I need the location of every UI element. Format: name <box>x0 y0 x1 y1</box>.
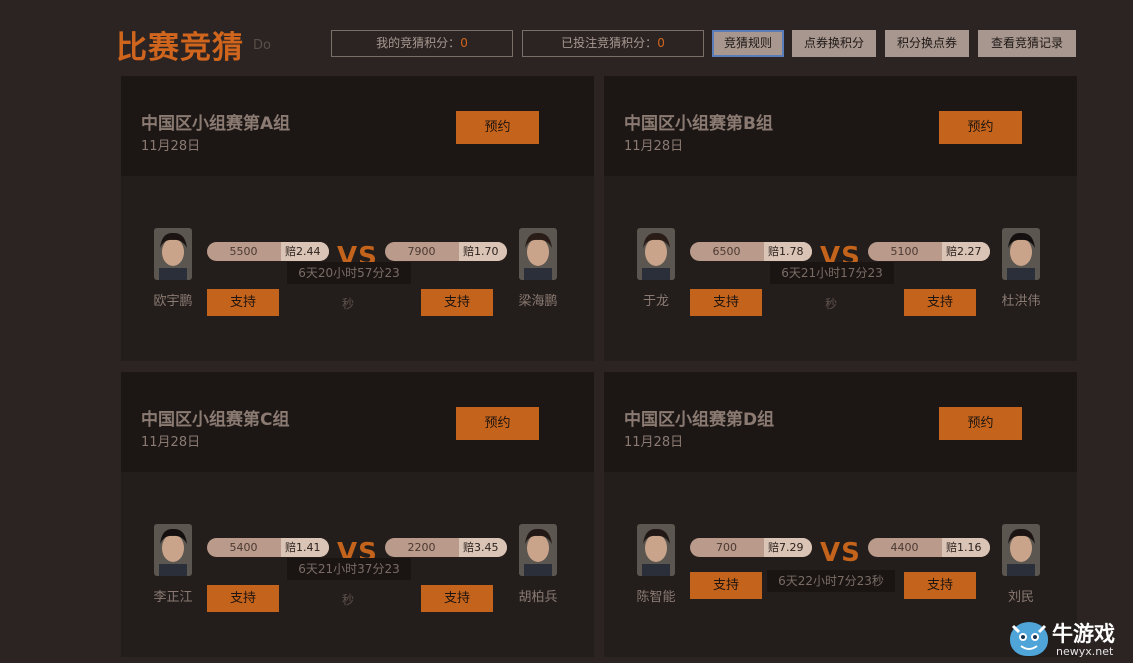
player-left-name: 欧宇鹏 <box>153 294 193 309</box>
player-right-name: 杜洪伟 <box>1001 294 1041 309</box>
site-logo: 牛游戏 newyx.net <box>1008 618 1133 663</box>
support-right-button[interactable]: 支持 <box>904 572 976 599</box>
vs-label: VS <box>820 538 861 568</box>
player-left-avatar <box>154 228 192 280</box>
player-right-amount: 2200 <box>407 541 436 554</box>
player-left-amount: 5500 <box>229 245 258 258</box>
match-title: 中国区小组赛第C组 <box>141 410 290 430</box>
player-right-amount: 5100 <box>890 245 919 258</box>
points-to-coupon-button[interactable]: 积分换点券 <box>885 30 969 57</box>
player-left-odds: 赔2.44 <box>281 242 329 261</box>
bet-points-label: 已投注竞猜积分： <box>561 36 658 50</box>
match-title: 中国区小组赛第A组 <box>141 114 291 134</box>
player-right-avatar <box>519 228 557 280</box>
page-subtitle: Do <box>253 38 271 53</box>
player-left-avatar <box>154 524 192 576</box>
player-right-name: 刘民 <box>1007 590 1034 605</box>
match-card: 中国区小组赛第A组 11月28日 预约 欧宇鹏 5500 赔2.44 支持 VS 6天20小时5… <box>121 76 594 361</box>
player-left-amount: 5400 <box>229 541 258 554</box>
guess-history-button[interactable]: 查看竞猜记录 <box>978 30 1076 57</box>
player-right-odds: 赔1.70 <box>459 242 507 261</box>
player-right-name: 胡柏兵 <box>518 590 558 605</box>
player-left-name: 于龙 <box>642 294 669 309</box>
player-left-avatar <box>637 524 675 576</box>
player-right-bet-pill: 4400 赔1.16 <box>868 538 990 557</box>
match-title: 中国区小组赛第B组 <box>624 114 773 134</box>
rules-button[interactable]: 竞猜规则 <box>712 30 784 57</box>
my-points-box: 我的竞猜积分：0 <box>331 30 513 57</box>
player-left-amount: 700 <box>716 541 737 554</box>
player-right-bet-pill: 5100 赔2.27 <box>868 242 990 261</box>
match-date: 11月28日 <box>624 139 684 154</box>
countdown-unit: 秒 <box>342 297 355 311</box>
reserve-button[interactable]: 预约 <box>939 407 1022 440</box>
player-right-avatar <box>1002 524 1040 576</box>
support-left-button[interactable]: 支持 <box>690 289 762 316</box>
player-right-avatar <box>519 524 557 576</box>
player-right-odds: 赔2.27 <box>942 242 990 261</box>
bet-points-box: 已投注竞猜积分：0 <box>522 30 704 57</box>
page-title: 比赛竞猜 <box>116 30 244 66</box>
countdown-timer: 6天20小时57分23 <box>287 262 411 284</box>
match-card: 中国区小组赛第C组 11月28日 预约 李正江 5400 赔1.41 支持 VS 6天21小时3… <box>121 372 594 657</box>
countdown-timer: 6天21小时37分23 <box>287 558 411 580</box>
support-right-button[interactable]: 支持 <box>904 289 976 316</box>
player-left-bet-pill: 5500 赔2.44 <box>207 242 329 261</box>
player-right-amount: 4400 <box>890 541 919 554</box>
my-points-label: 我的竞猜积分： <box>376 36 461 50</box>
countdown-timer: 6天22小时7分23秒 <box>767 570 895 592</box>
support-left-button[interactable]: 支持 <box>690 572 762 599</box>
player-right-odds: 赔1.16 <box>942 538 990 557</box>
support-right-button[interactable]: 支持 <box>421 289 493 316</box>
match-date: 11月28日 <box>141 435 201 450</box>
mascot-icon <box>1010 622 1048 656</box>
player-right-odds: 赔3.45 <box>459 538 507 557</box>
logo-domain-text: newyx.net <box>1056 645 1114 658</box>
match-title: 中国区小组赛第D组 <box>624 410 775 430</box>
guess-page: 比赛竞猜 Do 我的竞猜积分：0 已投注竞猜积分：0 竞猜规则 点券换积分 积分… <box>0 0 1133 663</box>
player-right-amount: 7900 <box>407 245 436 258</box>
player-left-bet-pill: 6500 赔1.78 <box>690 242 812 261</box>
match-card: 中国区小组赛第B组 11月28日 预约 于龙 6500 赔1.78 支持 VS 6天21小时17… <box>604 76 1077 361</box>
coupon-to-points-button[interactable]: 点券换积分 <box>792 30 876 57</box>
player-left-avatar <box>637 228 675 280</box>
player-right-bet-pill: 7900 赔1.70 <box>385 242 507 261</box>
reserve-button[interactable]: 预约 <box>456 407 539 440</box>
player-left-bet-pill: 700 赔7.29 <box>690 538 812 557</box>
countdown-unit: 秒 <box>825 297 838 311</box>
player-right-bet-pill: 2200 赔3.45 <box>385 538 507 557</box>
player-right-avatar <box>1002 228 1040 280</box>
bet-points-value: 0 <box>657 36 665 50</box>
logo-brand-text: 牛游戏 <box>1052 622 1115 646</box>
player-left-odds: 赔7.29 <box>764 538 812 557</box>
match-date: 11月28日 <box>624 435 684 450</box>
player-left-odds: 赔1.41 <box>281 538 329 557</box>
reserve-button[interactable]: 预约 <box>939 111 1022 144</box>
player-right-name: 梁海鹏 <box>518 294 558 309</box>
reserve-button[interactable]: 预约 <box>456 111 539 144</box>
player-left-name: 陈智能 <box>636 590 676 605</box>
support-left-button[interactable]: 支持 <box>207 289 279 316</box>
player-left-name: 李正江 <box>153 590 193 605</box>
player-left-amount: 6500 <box>712 245 741 258</box>
match-card: 中国区小组赛第D组 11月28日 预约 陈智能 700 赔7.29 支持 VS 6天22小时7分… <box>604 372 1077 657</box>
match-date: 11月28日 <box>141 139 201 154</box>
support-right-button[interactable]: 支持 <box>421 585 493 612</box>
countdown-unit: 秒 <box>342 593 355 607</box>
my-points-value: 0 <box>460 36 468 50</box>
support-left-button[interactable]: 支持 <box>207 585 279 612</box>
player-left-odds: 赔1.78 <box>764 242 812 261</box>
countdown-timer: 6天21小时17分23 <box>770 262 894 284</box>
player-left-bet-pill: 5400 赔1.41 <box>207 538 329 557</box>
